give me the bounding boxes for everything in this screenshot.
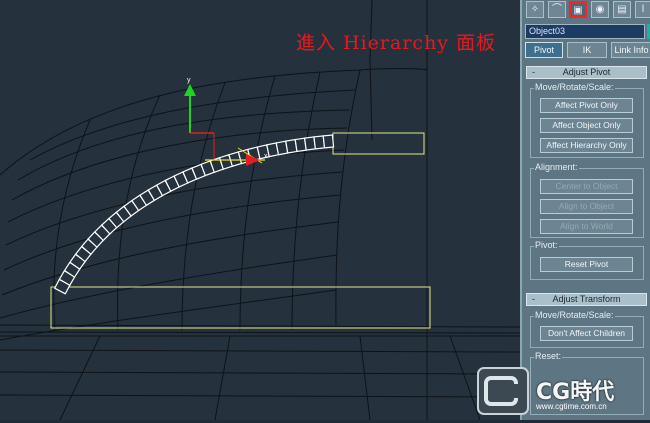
collapse-icon: - bbox=[532, 294, 535, 304]
collapse-icon: - bbox=[532, 67, 535, 77]
hierarchy-subtabs: Pivot IK Link Info bbox=[525, 42, 650, 58]
subtab-ik[interactable]: IK bbox=[567, 42, 607, 58]
annotation-text: 進入 Hierarchy 面板 bbox=[296, 32, 497, 54]
command-panel-tabs: ✧ ⌒ ▣ ◉ ▤ ǀ bbox=[524, 0, 650, 20]
group-label: Pivot: bbox=[534, 240, 559, 250]
affect-hierarchy-only-button[interactable]: Affect Hierarchy Only bbox=[540, 138, 633, 153]
svg-text:y: y bbox=[187, 77, 191, 84]
group-label: Reset: bbox=[534, 351, 563, 361]
hierarchy-tab[interactable]: ▣ bbox=[569, 1, 587, 18]
affect-object-only-button[interactable]: Affect Object Only bbox=[540, 118, 633, 133]
center-to-object-button[interactable]: Center to Object bbox=[540, 179, 633, 194]
cg-logo-icon bbox=[477, 367, 529, 415]
perspective-viewport[interactable]: y x 進入 Hierarchy 面板 bbox=[0, 0, 520, 420]
svg-text:x: x bbox=[264, 153, 268, 160]
adjust-pivot-rollout-header[interactable]: - Adjust Pivot bbox=[526, 66, 647, 79]
display-tab[interactable]: ▤ bbox=[613, 1, 631, 18]
utilities-tab[interactable]: ǀ bbox=[635, 1, 650, 18]
motion-tab[interactable]: ◉ bbox=[591, 1, 609, 18]
rollout-title: Adjust Pivot bbox=[562, 67, 611, 77]
bend-segment bbox=[322, 134, 335, 149]
display-icon: ▤ bbox=[617, 4, 627, 15]
watermark-url: www.cgtime.com.cn bbox=[536, 402, 607, 411]
rollout-title: Adjust Transform bbox=[552, 294, 621, 304]
group-label: Move/Rotate/Scale: bbox=[534, 310, 615, 320]
watermark: CG時代 www.cgtime.com.cn bbox=[476, 366, 648, 418]
affect-pivot-only-button[interactable]: Affect Pivot Only bbox=[540, 98, 633, 113]
align-to-object-button[interactable]: Align to Object bbox=[540, 199, 633, 214]
group-label: Alignment: bbox=[534, 162, 579, 172]
modify-tab[interactable]: ⌒ bbox=[548, 1, 566, 18]
circle-icon: ◉ bbox=[595, 4, 605, 15]
reset-pivot-button[interactable]: Reset Pivot bbox=[540, 257, 633, 272]
align-to-world-button[interactable]: Align to World bbox=[540, 219, 633, 234]
create-tab[interactable]: ✧ bbox=[526, 1, 544, 18]
hammer-icon: ǀ bbox=[641, 4, 645, 15]
arc-icon: ⌒ bbox=[552, 4, 562, 15]
object-name-field[interactable]: Object03 bbox=[525, 24, 645, 39]
wand-icon: ✧ bbox=[530, 4, 540, 15]
dont-affect-children-button[interactable]: Don't Affect Children bbox=[540, 326, 633, 341]
hierarchy-icon: ▣ bbox=[573, 5, 583, 16]
viewport-scene: y x bbox=[0, 0, 520, 420]
group-label: Move/Rotate/Scale: bbox=[534, 82, 615, 92]
command-panel: ✧ ⌒ ▣ ◉ ▤ ǀ Object03 Pivot IK Link Info … bbox=[520, 0, 650, 420]
subtab-link-info[interactable]: Link Info bbox=[611, 42, 650, 58]
subtab-pivot[interactable]: Pivot bbox=[525, 42, 563, 58]
adjust-transform-rollout-header[interactable]: - Adjust Transform bbox=[526, 293, 647, 306]
